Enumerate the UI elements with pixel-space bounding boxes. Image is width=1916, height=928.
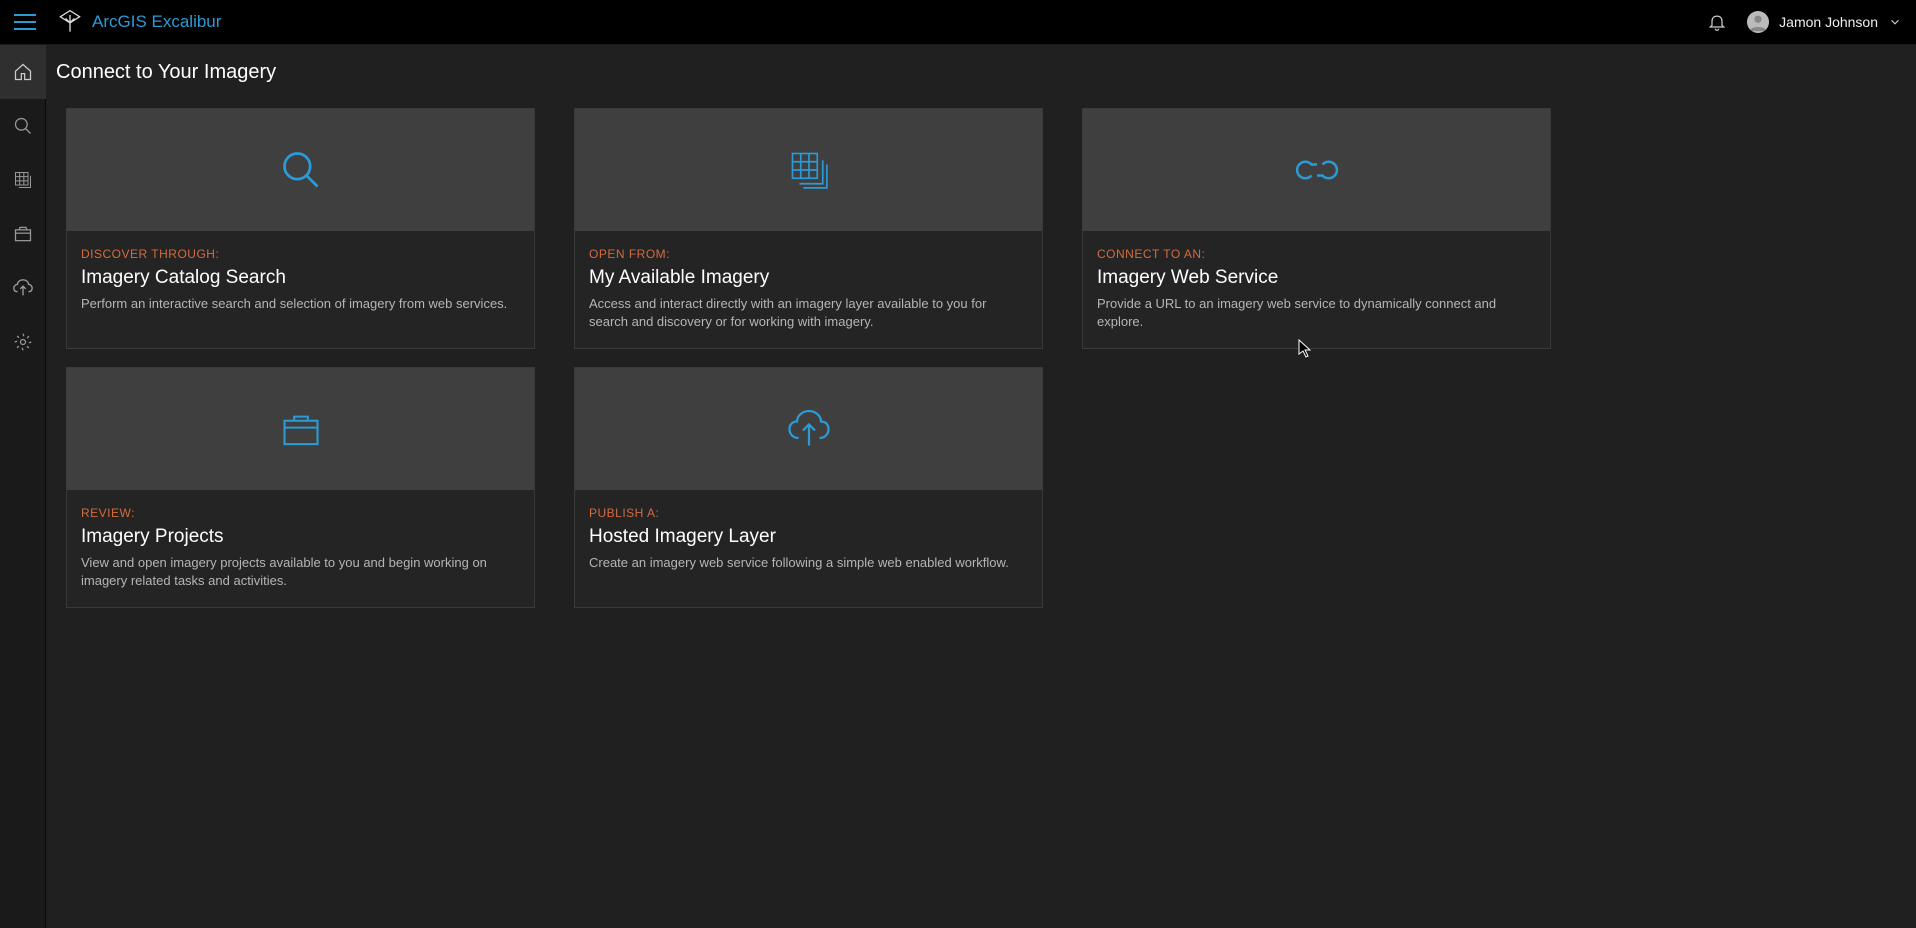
sidebar	[0, 45, 46, 928]
card-my-available-imagery[interactable]: OPEN FROM: My Available Imagery Access a…	[574, 108, 1043, 349]
card-imagery-projects[interactable]: REVIEW: Imagery Projects View and open i…	[66, 367, 535, 608]
user-name: Jamon Johnson	[1779, 14, 1878, 30]
notifications-button[interactable]	[1707, 12, 1727, 32]
card-title: Imagery Projects	[81, 526, 520, 548]
page-title: Connect to Your Imagery	[56, 61, 1906, 84]
card-desc: Access and interact directly with an ima…	[589, 295, 1028, 330]
logo-area[interactable]: ArcGIS Excalibur	[56, 8, 221, 36]
app-logo-icon	[56, 8, 84, 36]
card-eyebrow: REVIEW:	[81, 506, 520, 520]
card-desc: View and open imagery projects available…	[81, 554, 520, 589]
card-icon-zone	[575, 109, 1042, 231]
card-eyebrow: CONNECT TO AN:	[1097, 247, 1536, 261]
bell-icon	[1707, 12, 1727, 32]
home-icon	[13, 62, 33, 82]
grid-icon	[13, 170, 33, 190]
card-icon-zone	[67, 109, 534, 231]
sidebar-item-upload[interactable]	[0, 261, 46, 315]
gear-icon	[13, 332, 33, 352]
card-eyebrow: PUBLISH A:	[589, 506, 1028, 520]
link-icon	[1295, 148, 1339, 192]
card-title: Hosted Imagery Layer	[589, 526, 1028, 548]
card-imagery-web-service[interactable]: CONNECT TO AN: Imagery Web Service Provi…	[1082, 108, 1551, 349]
avatar	[1747, 11, 1769, 33]
card-desc: Perform an interactive search and select…	[81, 295, 520, 313]
hamburger-menu-button[interactable]	[14, 8, 42, 36]
card-title: Imagery Web Service	[1097, 267, 1536, 289]
card-grid: DISCOVER THROUGH: Imagery Catalog Search…	[56, 108, 1906, 608]
card-title: Imagery Catalog Search	[81, 267, 520, 289]
briefcase-icon	[13, 224, 33, 244]
chevron-down-icon	[1888, 15, 1902, 29]
card-desc: Provide a URL to an imagery web service …	[1097, 295, 1536, 330]
cloud-upload-icon	[12, 277, 34, 299]
sidebar-item-search[interactable]	[0, 99, 46, 153]
card-hosted-imagery-layer[interactable]: PUBLISH A: Hosted Imagery Layer Create a…	[574, 367, 1043, 608]
card-desc: Create an imagery web service following …	[589, 554, 1028, 572]
card-imagery-catalog-search[interactable]: DISCOVER THROUGH: Imagery Catalog Search…	[66, 108, 535, 349]
cloud-upload-icon	[785, 405, 833, 453]
search-icon	[13, 116, 33, 136]
sidebar-item-home[interactable]	[0, 45, 46, 99]
card-icon-zone	[575, 368, 1042, 490]
card-eyebrow: DISCOVER THROUGH:	[81, 247, 520, 261]
grid-stack-icon	[787, 148, 831, 192]
main-content: Connect to Your Imagery DISCOVER THROUGH…	[46, 45, 1916, 928]
sidebar-item-projects[interactable]	[0, 207, 46, 261]
card-eyebrow: OPEN FROM:	[589, 247, 1028, 261]
sidebar-item-settings[interactable]	[0, 315, 46, 369]
app-header: ArcGIS Excalibur Jamon Johnson	[0, 0, 1916, 45]
card-icon-zone	[1083, 109, 1550, 231]
user-menu-button[interactable]: Jamon Johnson	[1747, 11, 1902, 33]
card-title: My Available Imagery	[589, 267, 1028, 289]
search-icon	[279, 148, 323, 192]
card-icon-zone	[67, 368, 534, 490]
app-title: ArcGIS Excalibur	[92, 12, 221, 32]
sidebar-item-grid[interactable]	[0, 153, 46, 207]
briefcase-icon	[279, 407, 323, 451]
